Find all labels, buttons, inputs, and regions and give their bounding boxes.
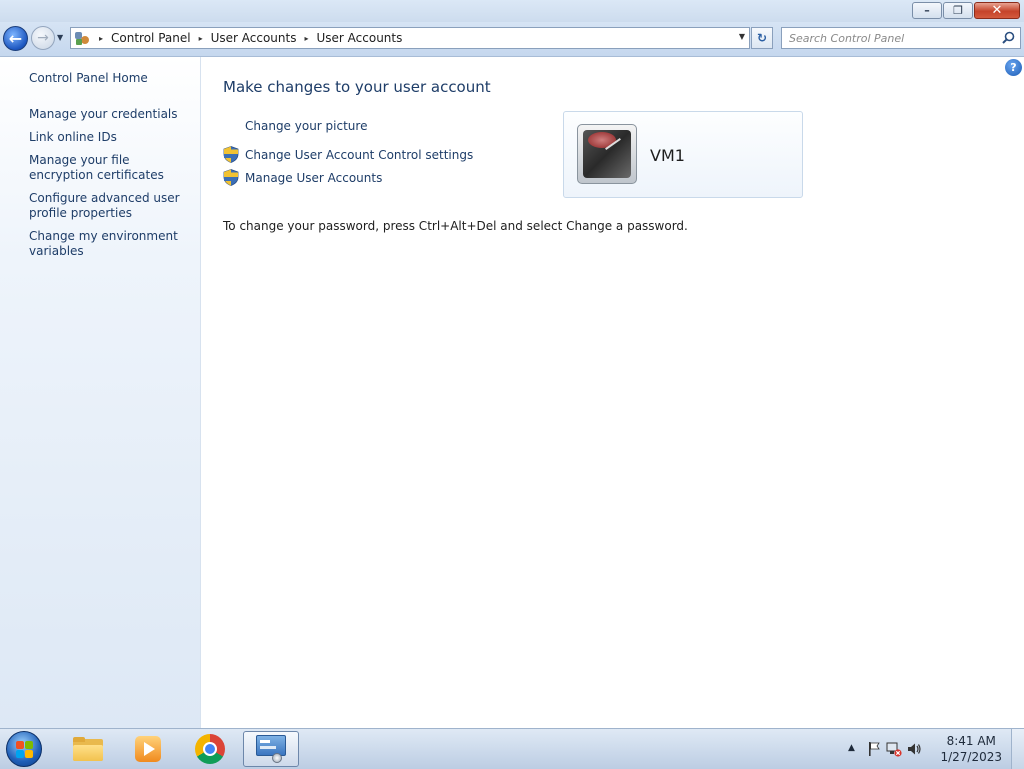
recent-pages-dropdown[interactable]: ▼ xyxy=(57,33,63,42)
control-panel-icon xyxy=(256,735,286,763)
close-button[interactable]: ✕ xyxy=(974,2,1020,19)
back-arrow-icon: ← xyxy=(8,29,23,48)
clock-date: 1/27/2023 xyxy=(940,750,1002,764)
navigation-bar: ← → ▼ ▸ Control Panel ▸ User Accounts ▸ … xyxy=(0,22,1024,57)
taskbar-chrome[interactable] xyxy=(182,731,238,767)
notification-area: ▲ 8:41 AM 1/27/2023 xyxy=(834,729,1024,769)
task-file-encryption-certificates[interactable]: Manage your file encryption certificates xyxy=(29,153,194,183)
restore-button[interactable]: ❐ xyxy=(943,2,973,19)
restore-icon: ❐ xyxy=(953,4,963,17)
control-panel-home-link[interactable]: Control Panel Home xyxy=(29,71,148,85)
taskbar: ▲ 8:41 AM 1/27/2023 xyxy=(0,728,1024,769)
minimize-button[interactable]: – xyxy=(912,2,942,19)
breadcrumb-user-accounts[interactable]: User Accounts xyxy=(211,31,297,45)
window-titlebar: – ❐ ✕ xyxy=(0,0,1024,22)
refresh-button[interactable]: ↻ xyxy=(751,27,773,49)
folder-icon xyxy=(73,737,103,761)
show-hidden-icons-button[interactable]: ▲ xyxy=(848,743,855,753)
clock-time: 8:41 AM xyxy=(946,734,996,748)
user-account-name: VM1 xyxy=(650,146,685,165)
network-disconnected-icon[interactable] xyxy=(886,741,902,757)
task-advanced-user-profile[interactable]: Configure advanced user profile properti… xyxy=(29,191,194,221)
address-history-dropdown[interactable]: ▼ xyxy=(739,32,745,41)
user-picture-turntable-icon[interactable] xyxy=(577,124,637,184)
taskbar-windows-explorer[interactable] xyxy=(60,731,116,767)
manage-user-accounts-link[interactable]: Manage User Accounts xyxy=(245,171,382,185)
breadcrumb-separator[interactable]: ▸ xyxy=(99,34,103,43)
user-account-tile: VM1 xyxy=(563,111,803,198)
uac-shield-icon xyxy=(223,146,239,163)
taskbar-media-player[interactable] xyxy=(120,731,176,767)
chrome-icon xyxy=(195,734,225,764)
help-icon: ? xyxy=(1010,61,1017,74)
forward-button[interactable]: → xyxy=(31,26,55,50)
password-instructions: To change your password, press Ctrl+Alt+… xyxy=(223,219,688,233)
volume-icon[interactable] xyxy=(906,741,922,757)
page-title: Make changes to your user account xyxy=(223,78,491,96)
refresh-icon: ↻ xyxy=(756,31,768,45)
taskbar-control-panel[interactable] xyxy=(243,731,299,767)
breadcrumb-separator[interactable]: ▸ xyxy=(304,34,308,43)
change-picture-link[interactable]: Change your picture xyxy=(245,119,367,133)
show-desktop-button[interactable] xyxy=(1011,729,1024,769)
start-button[interactable] xyxy=(6,731,42,767)
search-input[interactable] xyxy=(782,28,1004,48)
minimize-icon: – xyxy=(924,4,930,17)
breadcrumb-user-accounts-current[interactable]: User Accounts xyxy=(317,31,403,45)
close-icon: ✕ xyxy=(991,3,1003,18)
task-list: Manage your credentials Link online IDs … xyxy=(29,107,194,267)
media-player-icon xyxy=(135,736,161,762)
system-clock[interactable]: 8:41 AM 1/27/2023 xyxy=(940,733,1002,765)
task-environment-variables[interactable]: Change my environment variables xyxy=(29,229,194,259)
task-link-online-ids[interactable]: Link online IDs xyxy=(29,130,194,145)
help-button[interactable]: ? xyxy=(1005,59,1022,76)
caption-buttons: – ❐ ✕ xyxy=(911,2,1020,19)
uac-settings-link[interactable]: Change User Account Control settings xyxy=(245,148,473,162)
back-button[interactable]: ← xyxy=(3,26,28,51)
uac-shield-icon xyxy=(223,169,239,186)
forward-arrow-icon: → xyxy=(37,30,49,46)
search-box[interactable] xyxy=(781,27,1021,49)
action-center-flag-icon[interactable] xyxy=(866,741,882,757)
address-bar[interactable]: ▸ Control Panel ▸ User Accounts ▸ User A… xyxy=(70,27,750,49)
task-manage-credentials[interactable]: Manage your credentials xyxy=(29,107,194,122)
control-panel-icon xyxy=(75,31,91,45)
breadcrumb-separator[interactable]: ▸ xyxy=(199,34,203,43)
search-icon[interactable] xyxy=(1002,31,1015,44)
breadcrumb-control-panel[interactable]: Control Panel xyxy=(111,31,191,45)
task-pane: Control Panel Home Manage your credentia… xyxy=(0,57,201,728)
